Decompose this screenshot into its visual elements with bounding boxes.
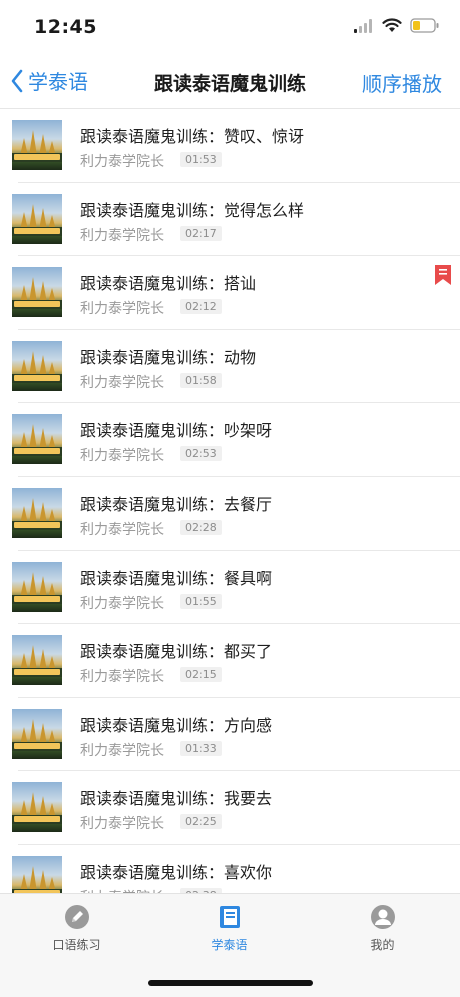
home-indicator bbox=[148, 980, 313, 986]
lesson-author: 利力泰学院长 bbox=[80, 448, 164, 465]
lesson-author: 利力泰学院长 bbox=[80, 154, 164, 170]
tab-me[interactable]: 我的 bbox=[306, 904, 459, 953]
lesson-list: 跟读泰语魔鬼训练：赞叹、惊讶 利力泰学院长 01:53 跟读泰语魔鬼训练：觉得怎… bbox=[0, 109, 460, 893]
tab-oral-practice[interactable]: 口语练习 bbox=[0, 904, 153, 953]
tab-learn-thai[interactable]: 学泰语 bbox=[153, 904, 306, 953]
lesson-title: 跟读泰语魔鬼训练：动物 bbox=[80, 347, 257, 367]
signal-icon bbox=[354, 18, 372, 33]
wifi-icon bbox=[382, 18, 402, 32]
lesson-author: 利力泰学院长 bbox=[80, 301, 164, 318]
lesson-title: 跟读泰语魔鬼训练：餐具啊 bbox=[80, 568, 273, 588]
lesson-duration: 01:53 bbox=[180, 152, 222, 167]
book-icon bbox=[219, 906, 240, 928]
lesson-duration: 02:25 bbox=[180, 814, 222, 830]
lesson-title: 跟读泰语魔鬼训练：赞叹、惊讶 bbox=[80, 127, 305, 146]
tab-label: 口语练习 bbox=[52, 938, 101, 952]
lesson-duration: 02:15 bbox=[180, 667, 222, 683]
lesson-thumbnail bbox=[12, 708, 62, 759]
bookmark-icon[interactable] bbox=[434, 264, 452, 286]
lesson-author: 利力泰学院长 bbox=[80, 669, 164, 686]
tab-bar: 口语练习 学泰语 我的 bbox=[0, 893, 460, 997]
lesson-thumbnail bbox=[12, 340, 62, 391]
pencil-icon bbox=[64, 905, 89, 929]
lesson-title: 跟读泰语魔鬼训练：去餐厅 bbox=[80, 494, 273, 514]
battery-icon bbox=[410, 18, 439, 33]
profile-icon bbox=[370, 905, 395, 929]
lesson-thumbnail bbox=[12, 414, 62, 465]
chevron-left-icon bbox=[11, 69, 23, 92]
lesson-thumbnail bbox=[12, 561, 62, 612]
lesson-thumbnail bbox=[12, 267, 62, 318]
status-time: 12:45 bbox=[34, 16, 97, 38]
lesson-title: 跟读泰语魔鬼训练：喜欢你 bbox=[80, 862, 273, 882]
tab-label: 我的 bbox=[370, 938, 395, 952]
lesson-duration: 02:53 bbox=[180, 446, 222, 462]
list-item[interactable]: 跟读泰语魔鬼训练：搭讪 利力泰学院长 02:12 bbox=[0, 256, 460, 330]
lesson-author: 利力泰学院长 bbox=[80, 521, 164, 538]
lesson-duration: 01:33 bbox=[180, 740, 222, 756]
list-item[interactable]: 跟读泰语魔鬼训练：喜欢你 利力泰学院长 02:38 bbox=[0, 845, 460, 893]
lesson-title: 跟读泰语魔鬼训练：吵架呀 bbox=[80, 421, 273, 441]
sequential-play-button[interactable]: 顺序播放 bbox=[362, 68, 442, 97]
lesson-thumbnail bbox=[12, 487, 62, 538]
lesson-duration: 02:17 bbox=[180, 225, 222, 241]
list-item[interactable]: 跟读泰语魔鬼训练：都买了 利力泰学院长 02:15 bbox=[0, 624, 460, 698]
list-item[interactable]: 跟读泰语魔鬼训练：觉得怎么样 利力泰学院长 02:17 bbox=[0, 183, 460, 257]
back-button-label: 学泰语 bbox=[28, 70, 88, 94]
back-button[interactable]: 学泰语 bbox=[10, 66, 88, 95]
lesson-thumbnail bbox=[12, 855, 62, 893]
list-item[interactable]: 跟读泰语魔鬼训练：去餐厅 利力泰学院长 02:28 bbox=[0, 477, 460, 551]
lesson-duration: 01:55 bbox=[180, 593, 222, 609]
lesson-thumbnail bbox=[12, 635, 62, 686]
lesson-title: 跟读泰语魔鬼训练：都买了 bbox=[80, 642, 273, 662]
lesson-duration: 02:28 bbox=[180, 519, 222, 535]
lesson-title: 跟读泰语魔鬼训练：觉得怎么样 bbox=[80, 200, 305, 220]
list-item[interactable]: 跟读泰语魔鬼训练：我要去 利力泰学院长 02:25 bbox=[0, 771, 460, 845]
list-item[interactable]: 跟读泰语魔鬼训练：动物 利力泰学院长 01:58 bbox=[0, 330, 460, 404]
status-bar: 12:45 bbox=[0, 0, 460, 56]
tab-label: 学泰语 bbox=[211, 938, 248, 952]
list-item[interactable]: 跟读泰语魔鬼训练：方向感 利力泰学院长 01:33 bbox=[0, 698, 460, 772]
lesson-duration: 02:12 bbox=[180, 299, 222, 315]
lesson-author: 利力泰学院长 bbox=[80, 595, 164, 612]
lesson-author: 利力泰学院长 bbox=[80, 742, 164, 759]
nav-bar: 学泰语 跟读泰语魔鬼训练 顺序播放 bbox=[0, 56, 460, 109]
lesson-thumbnail bbox=[12, 782, 62, 833]
list-item[interactable]: 跟读泰语魔鬼训练：吵架呀 利力泰学院长 02:53 bbox=[0, 403, 460, 477]
lesson-thumbnail bbox=[12, 193, 62, 244]
list-item[interactable]: 跟读泰语魔鬼训练：赞叹、惊讶 利力泰学院长 01:53 bbox=[0, 109, 460, 183]
lesson-author: 利力泰学院长 bbox=[80, 816, 164, 833]
lesson-author: 利力泰学院长 bbox=[80, 374, 164, 391]
list-item[interactable]: 跟读泰语魔鬼训练：餐具啊 利力泰学院长 01:55 bbox=[0, 551, 460, 625]
lesson-author: 利力泰学院长 bbox=[80, 227, 164, 244]
lesson-title: 跟读泰语魔鬼训练：搭讪 bbox=[80, 274, 257, 294]
status-icons bbox=[354, 18, 440, 33]
lesson-title: 跟读泰语魔鬼训练：方向感 bbox=[80, 715, 273, 735]
lesson-thumbnail bbox=[12, 120, 62, 170]
lesson-title: 跟读泰语魔鬼训练：我要去 bbox=[80, 789, 273, 809]
lesson-duration: 01:58 bbox=[180, 372, 222, 388]
